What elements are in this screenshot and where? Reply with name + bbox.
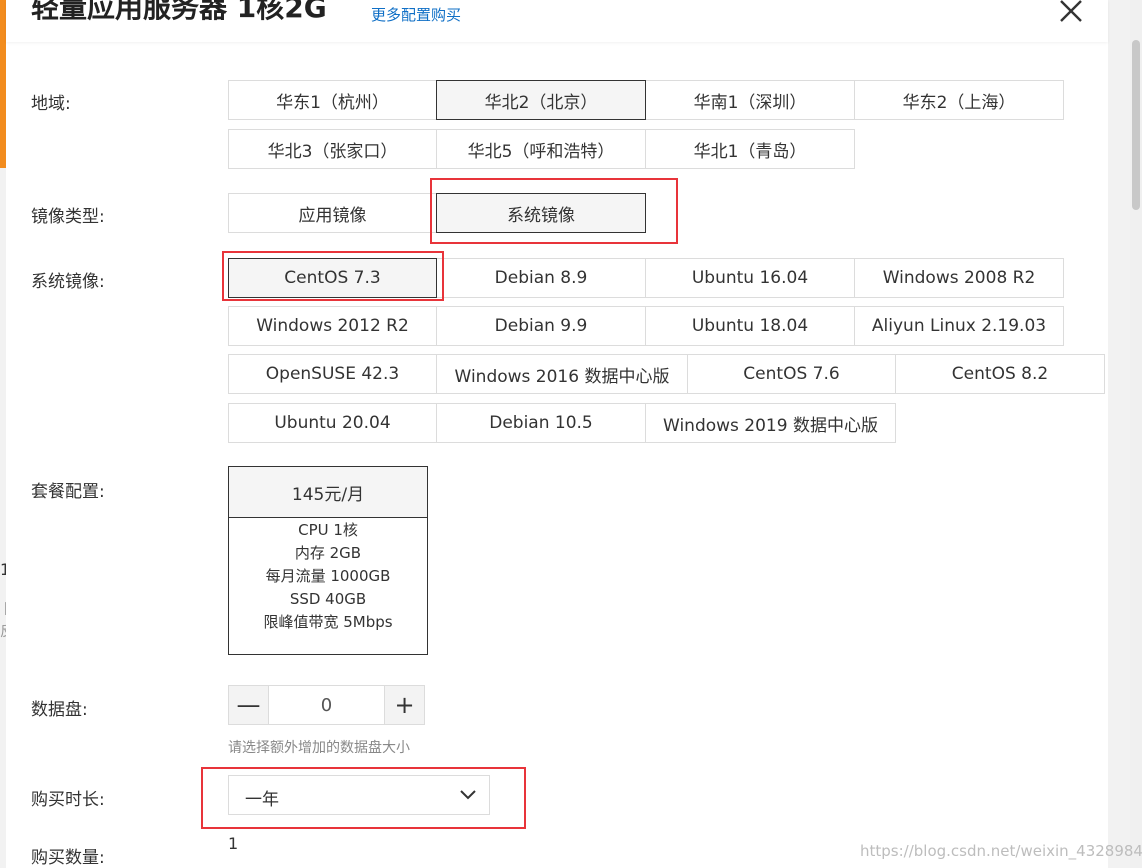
more-config-link[interactable]: 更多配置购买 (371, 4, 461, 25)
duration-label: 购买时长: (31, 790, 105, 810)
duration-select[interactable]: 一年 (228, 775, 490, 815)
system-image-option[interactable]: Windows 2016 数据中心版 (436, 354, 688, 394)
region-option[interactable]: 华南1（深圳） (645, 80, 855, 120)
duration-select-value: 一年 (245, 790, 279, 810)
plan-spec-item: CPU 1核 (298, 521, 358, 539)
page-scrollbar[interactable] (1130, 0, 1142, 868)
dialog-header: 轻量应用服务器 1核2G 更多配置购买 (6, 0, 1108, 42)
plus-button[interactable]: + (385, 686, 424, 724)
plan-price: 145元/月 (229, 467, 427, 518)
plan-card[interactable]: 145元/月 CPU 1核 内存 2GB 每月流量 1000GB SSD 40G… (228, 466, 428, 655)
close-icon[interactable] (1056, 0, 1086, 26)
dialog-title: 轻量应用服务器 1核2G (31, 0, 327, 24)
system-image-option[interactable]: Aliyun Linux 2.19.03 (854, 306, 1064, 346)
plan-spec-item: 限峰值带宽 5Mbps (263, 613, 393, 631)
system-image-option[interactable]: Ubuntu 18.04 (645, 306, 855, 346)
region-option[interactable]: 华北3（张家口） (228, 129, 437, 169)
system-image-option-selected[interactable]: CentOS 7.3 (228, 258, 437, 298)
plan-label: 套餐配置: (31, 482, 105, 502)
system-image-option[interactable]: OpenSUSE 42.3 (228, 354, 437, 394)
data-disk-stepper: — 0 + (228, 685, 425, 725)
region-option[interactable]: 华东2（上海） (854, 80, 1064, 120)
system-image-option[interactable]: CentOS 8.2 (895, 354, 1105, 394)
system-image-option[interactable]: CentOS 7.6 (687, 354, 896, 394)
region-label: 地域: (31, 94, 71, 114)
system-image-option[interactable]: Windows 2012 R2 (228, 306, 437, 346)
system-image-option[interactable]: Debian 8.9 (436, 258, 646, 298)
plan-specs: CPU 1核 内存 2GB 每月流量 1000GB SSD 40GB 限峰值带宽… (229, 519, 427, 634)
system-image-option[interactable]: Ubuntu 20.04 (228, 403, 437, 443)
system-image-option[interactable]: Debian 10.5 (436, 403, 646, 443)
watermark: https://blog.csdn.net/weixin_43289848 (860, 842, 1142, 860)
region-option[interactable]: 华北1（青岛） (645, 129, 855, 169)
region-option-selected[interactable]: 华北2（北京） (436, 80, 646, 120)
quantity-value[interactable]: 1 (228, 834, 238, 853)
system-image-option[interactable]: Debian 9.9 (436, 306, 646, 346)
minus-button[interactable]: — (229, 686, 268, 724)
quantity-label: 购买数量: (31, 848, 105, 868)
system-image-option[interactable]: Windows 2008 R2 (854, 258, 1064, 298)
plan-spec-item: 内存 2GB (294, 544, 362, 562)
purchase-dialog: 轻量应用服务器 1核2G 更多配置购买 地域: 华东1（杭州） 华北2（北京） … (6, 0, 1108, 868)
region-option[interactable]: 华北5（呼和浩特） (436, 129, 646, 169)
scrollbar-thumb[interactable] (1132, 40, 1140, 210)
chevron-down-icon (460, 790, 476, 800)
system-image-option[interactable]: Ubuntu 16.04 (645, 258, 855, 298)
data-disk-label: 数据盘: (31, 700, 88, 720)
plan-spec-item: 每月流量 1000GB (265, 567, 391, 585)
data-disk-hint: 请选择额外增加的数据盘大小 (228, 740, 410, 756)
system-image-option[interactable]: Windows 2019 数据中心版 (645, 403, 896, 443)
plan-spec-item: SSD 40GB (289, 590, 367, 608)
image-type-label: 镜像类型: (31, 207, 105, 227)
image-type-option[interactable]: 应用镜像 (228, 193, 437, 233)
image-type-option-selected[interactable]: 系统镜像 (436, 193, 646, 233)
region-option[interactable]: 华东1（杭州） (228, 80, 437, 120)
data-disk-input[interactable]: 0 (268, 686, 385, 724)
system-image-label: 系统镜像: (31, 272, 105, 292)
